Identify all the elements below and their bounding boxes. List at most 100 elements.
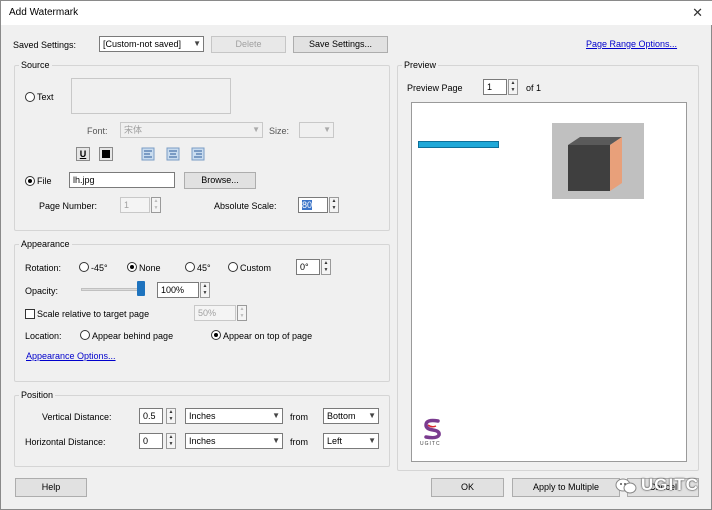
vertical-distance-stepper[interactable]: ▲ ▼ — [166, 408, 176, 424]
rotation-custom-radio[interactable] — [228, 262, 238, 272]
rotation-none-radio[interactable] — [127, 262, 137, 272]
spin-up-icon: ▲ — [239, 306, 245, 312]
horizontal-distance-stepper[interactable]: ▲ ▼ — [166, 433, 176, 449]
black-swatch-icon — [102, 150, 110, 158]
watermark-text: UGITC — [641, 475, 699, 494]
preview-page-input[interactable]: 1 — [483, 79, 507, 95]
preview-page-stepper[interactable]: ▲ ▼ — [508, 79, 518, 95]
vertical-from-dropdown[interactable]: Bottom ▼ — [323, 408, 379, 424]
spin-down-icon: ▼ — [168, 441, 174, 447]
apply-to-multiple-button[interactable]: Apply to Multiple — [512, 478, 620, 497]
title-bar: Add Watermark ✕ — [1, 1, 712, 25]
vertical-units-dropdown[interactable]: Inches ▼ — [185, 408, 283, 424]
ok-button[interactable]: OK — [431, 478, 504, 497]
position-group — [14, 395, 390, 467]
rotation-45-radio[interactable] — [185, 262, 195, 272]
horizontal-units-value: Inches — [189, 436, 216, 446]
horizontal-from-label: from — [290, 437, 308, 447]
spin-up-icon: ▲ — [168, 434, 174, 440]
page-range-options-link[interactable]: Page Range Options... — [586, 39, 677, 49]
saved-settings-value: [Custom-not saved] — [103, 39, 182, 49]
file-radio[interactable] — [25, 176, 35, 186]
absolute-scale-value: 80 — [302, 200, 313, 210]
horizontal-from-dropdown[interactable]: Left ▼ — [323, 433, 379, 449]
size-dropdown[interactable]: ▼ — [299, 122, 334, 138]
absolute-scale-stepper[interactable]: ▲ ▼ — [329, 197, 339, 213]
browse-button[interactable]: Browse... — [184, 172, 256, 189]
opacity-stepper[interactable]: ▲ ▼ — [200, 282, 210, 298]
vertical-distance-input[interactable]: 0.5 — [139, 408, 163, 424]
cube-graphic — [568, 137, 622, 191]
page-count-label: of 1 — [526, 83, 542, 93]
absolute-scale-label: Absolute Scale: — [214, 201, 277, 211]
chevron-down-icon: ▼ — [323, 125, 331, 134]
behind-page-radio[interactable] — [80, 330, 90, 340]
spin-down-icon: ▼ — [510, 87, 516, 93]
rotation-45-label: 45° — [197, 263, 211, 273]
saved-settings-label: Saved Settings: — [13, 40, 77, 50]
horizontal-distance-input[interactable]: 0 — [139, 433, 163, 449]
on-top-page-label: Appear on top of page — [223, 331, 313, 341]
preview-page-label: Preview Page — [407, 83, 463, 93]
custom-rotation-stepper[interactable]: ▲ ▼ — [321, 259, 331, 275]
vertical-from-label: from — [290, 412, 308, 422]
align-right-icon[interactable] — [191, 147, 205, 161]
window-title: Add Watermark — [9, 7, 79, 18]
rotation-custom-label: Custom — [240, 263, 272, 273]
rotation-none-label: None — [139, 263, 161, 273]
delete-button[interactable]: Delete — [211, 36, 286, 53]
watermark-image — [552, 123, 644, 199]
source-watermark: UGITC — [613, 472, 709, 500]
text-radio[interactable] — [25, 92, 35, 102]
custom-rotation-input[interactable]: 0° — [296, 259, 320, 275]
logo-s-icon — [424, 418, 441, 440]
text-input-area[interactable] — [71, 78, 231, 114]
spin-down-icon: ▼ — [202, 290, 208, 296]
horizontal-units-dropdown[interactable]: Inches ▼ — [185, 433, 283, 449]
chevron-down-icon: ▼ — [368, 411, 376, 420]
opacity-slider-track[interactable] — [81, 288, 143, 291]
logo-text: UGITC — [420, 441, 441, 447]
chevron-down-icon: ▼ — [368, 436, 376, 445]
spin-down-icon: ▼ — [168, 416, 174, 422]
file-path-input[interactable]: lh.jpg — [69, 172, 175, 188]
chevron-down-icon: ▼ — [193, 39, 201, 48]
opacity-input[interactable]: 100% — [157, 282, 199, 298]
source-group-title: Source — [19, 60, 52, 70]
font-label: Font: — [87, 126, 108, 136]
page-number-label: Page Number: — [39, 201, 98, 211]
chevron-down-icon: ▼ — [252, 125, 260, 134]
spin-up-icon: ▲ — [153, 198, 159, 204]
font-dropdown[interactable]: 宋体 ▼ — [120, 122, 263, 138]
on-top-page-radio[interactable] — [211, 330, 221, 340]
horizontal-from-value: Left — [327, 436, 343, 446]
spin-up-icon: ▲ — [331, 198, 337, 204]
align-left-icon[interactable] — [141, 147, 155, 161]
help-button[interactable]: Help — [15, 478, 87, 497]
spin-down-icon: ▼ — [323, 267, 329, 273]
align-center-icon[interactable] — [166, 147, 180, 161]
absolute-scale-input[interactable]: 80 — [298, 197, 328, 213]
rotation-minus45-radio[interactable] — [79, 262, 89, 272]
horizontal-distance-label: Horizontal Distance: — [25, 437, 106, 447]
font-value: 宋体 — [124, 125, 143, 135]
scale-relative-stepper[interactable]: ▲ ▼ — [237, 305, 247, 321]
page-number-input[interactable]: 1 — [120, 197, 150, 213]
scale-relative-input[interactable]: 50% — [194, 305, 236, 321]
close-icon[interactable]: ✕ — [692, 5, 703, 21]
page-number-stepper[interactable]: ▲ ▼ — [151, 197, 161, 213]
appearance-options-link[interactable]: Appearance Options... — [26, 351, 116, 361]
underline-button[interactable]: U — [76, 147, 90, 161]
scale-relative-checkbox[interactable] — [25, 309, 35, 319]
spin-down-icon: ▼ — [153, 205, 159, 211]
color-picker-button[interactable] — [99, 147, 113, 161]
opacity-label: Opacity: — [25, 286, 59, 296]
text-radio-label: Text — [37, 92, 54, 102]
opacity-slider-thumb[interactable] — [137, 281, 145, 296]
position-group-title: Position — [19, 390, 56, 400]
rotation-label: Rotation: — [25, 263, 62, 273]
saved-settings-dropdown[interactable]: [Custom-not saved] ▼ — [99, 36, 204, 52]
spin-up-icon: ▲ — [510, 80, 516, 86]
size-label: Size: — [269, 126, 290, 136]
save-settings-button[interactable]: Save Settings... — [293, 36, 388, 53]
